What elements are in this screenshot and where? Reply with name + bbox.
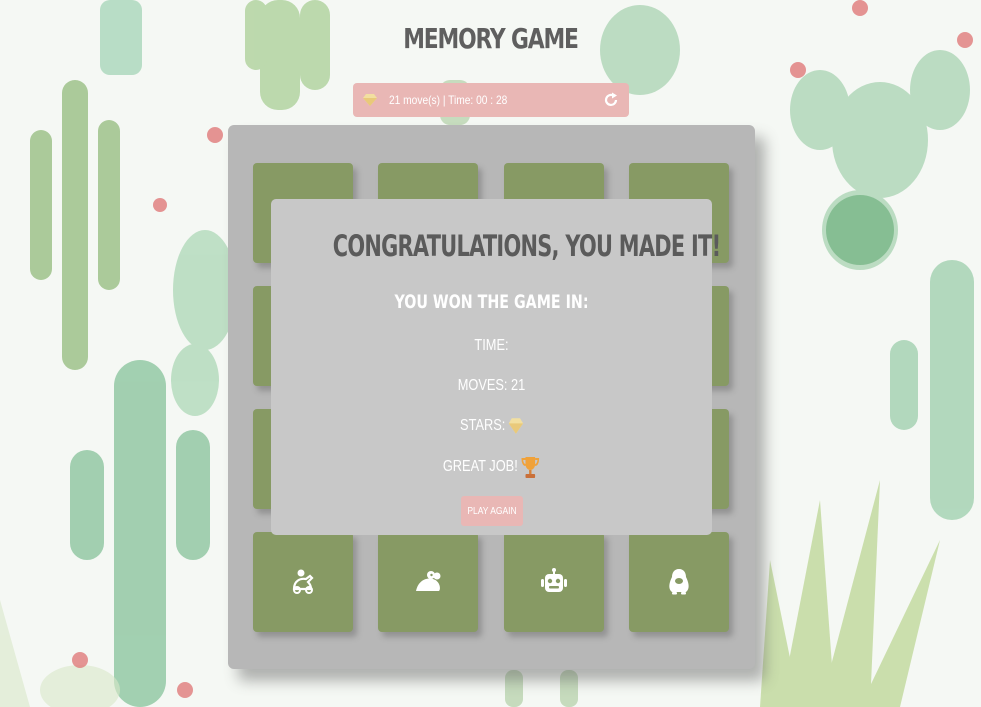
- moves-label: MOVES: 21: [457, 377, 526, 394]
- game-title: MEMORY GAME: [403, 22, 579, 55]
- restart-icon[interactable]: [603, 92, 619, 108]
- card-robot[interactable]: [504, 532, 604, 632]
- stars-label: STARS:: [460, 417, 506, 434]
- time-label: TIME:: [474, 337, 509, 354]
- trophy-icon: [521, 457, 540, 478]
- rider-icon: [292, 569, 314, 594]
- gem-icon: [363, 94, 377, 106]
- frog-icon: [416, 571, 441, 591]
- penguin-icon: [669, 569, 689, 595]
- score-panel: 21 move(s) | Time: 00 : 28: [353, 83, 629, 117]
- score-text: 21 move(s) | Time: 00 : 28: [389, 93, 508, 107]
- modal-heading: CONGRATULATIONS, YOU MADE IT!: [332, 229, 721, 263]
- card-rider[interactable]: [253, 532, 353, 632]
- robot-icon: [541, 568, 567, 592]
- play-again-button[interactable]: PLAY AGAIN: [461, 496, 523, 526]
- card-frog[interactable]: [378, 532, 478, 632]
- modal-subheading: YOU WON THE GAME IN:: [394, 291, 589, 313]
- stars-result: STARS:: [315, 417, 668, 435]
- gem-icon: [508, 418, 523, 434]
- great-job-label: GREAT JOB!: [442, 458, 518, 475]
- moves-result: MOVES: 21: [315, 377, 668, 395]
- congratulations-modal: CONGRATULATIONS, YOU MADE IT! YOU WON TH…: [271, 199, 721, 535]
- play-again-label: PLAY AGAIN: [467, 505, 517, 517]
- time-result: TIME:: [315, 337, 668, 355]
- card-penguin[interactable]: [629, 532, 729, 632]
- great-job-row: GREAT JOB!: [315, 455, 668, 479]
